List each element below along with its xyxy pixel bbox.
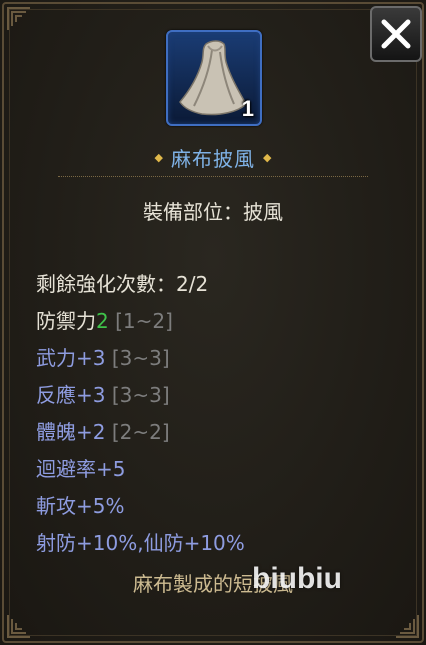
item-slot[interactable]: 1 bbox=[166, 30, 262, 126]
watermark-text: biubiu bbox=[252, 562, 342, 595]
corner-ornament-icon bbox=[7, 615, 30, 638]
corner-ornament-icon bbox=[7, 7, 30, 30]
item-tooltip-panel: 1 ◆ 麻布披風 ◆ 裝備部位：披風 剩餘強化次數：2/2 防禦力2 [1~2]… bbox=[0, 0, 426, 645]
stat-value: 2 bbox=[96, 309, 109, 333]
close-button[interactable] bbox=[370, 6, 422, 62]
stat-label: 射防+10%,仙防+10% bbox=[36, 531, 245, 555]
stat-evasion: 迴避率+5 bbox=[36, 451, 245, 488]
stat-range: [1~2] bbox=[115, 309, 173, 333]
stats-list: 剩餘強化次數：2/2 防禦力2 [1~2] 武力+3 [3~3] 反應+3 [3… bbox=[36, 266, 245, 562]
corner-ornament-icon bbox=[396, 615, 419, 638]
stat-slash-attack: 斬攻+5% bbox=[36, 488, 245, 525]
stat-refine-count: 剩餘強化次數：2/2 bbox=[36, 266, 245, 303]
item-description: 麻布製成的短披風 bbox=[133, 572, 293, 596]
stat-value: 2/2 bbox=[176, 272, 209, 296]
stat-strength: 武力+3 [3~3] bbox=[36, 340, 245, 377]
divider bbox=[58, 176, 368, 177]
close-icon bbox=[381, 19, 411, 49]
stat-resistances: 射防+10%,仙防+10% bbox=[36, 525, 245, 562]
stat-label: 斬攻+5% bbox=[36, 494, 125, 518]
stat-range: [3~3] bbox=[111, 346, 170, 370]
stat-label: 反應+3 bbox=[36, 383, 106, 407]
diamond-icon: ◆ bbox=[154, 150, 163, 164]
stat-label: 防禦力 bbox=[36, 309, 96, 333]
item-title-row: ◆ 麻布披風 ◆ bbox=[0, 142, 426, 172]
stat-defense: 防禦力2 [1~2] bbox=[36, 303, 245, 340]
equip-slot-row: 裝備部位：披風 bbox=[0, 196, 426, 225]
stat-label: 武力+3 bbox=[36, 346, 106, 370]
equip-slot-value: 披風 bbox=[243, 200, 283, 224]
stat-label: 迴避率+5 bbox=[36, 457, 126, 481]
item-name: 麻布披風 bbox=[171, 146, 255, 171]
equip-slot-label: 裝備部位： bbox=[143, 200, 243, 224]
stat-reaction: 反應+3 [3~3] bbox=[36, 377, 245, 414]
stat-physique: 體魄+2 [2~2] bbox=[36, 414, 245, 451]
stat-range: [3~3] bbox=[111, 383, 170, 407]
stat-label: 體魄+2 bbox=[36, 420, 106, 444]
stat-label: 剩餘強化次數： bbox=[36, 272, 176, 296]
diamond-icon: ◆ bbox=[263, 150, 272, 164]
stat-range: [2~2] bbox=[111, 420, 170, 444]
watermark: biubiu bbox=[252, 562, 342, 596]
item-count: 1 bbox=[241, 96, 254, 121]
